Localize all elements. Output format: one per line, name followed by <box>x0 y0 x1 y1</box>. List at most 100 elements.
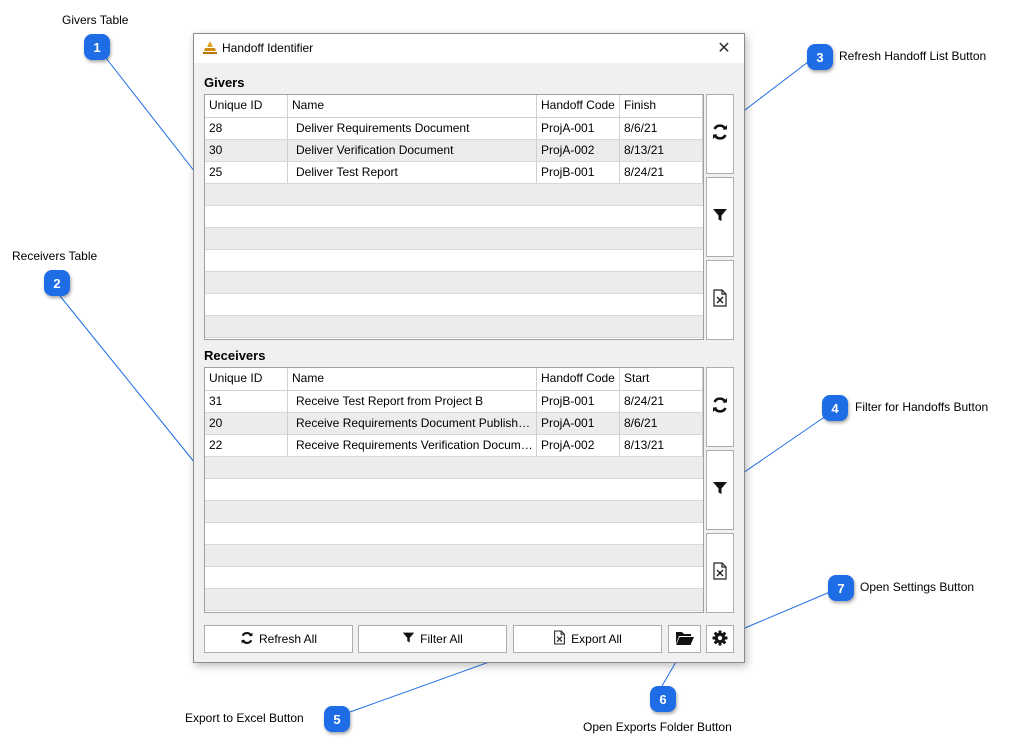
callout-label-export-button: Export to Excel Button <box>185 711 304 725</box>
empty-row <box>205 228 703 250</box>
cell-name: Deliver Verification Document <box>288 140 537 161</box>
cell-finish: 8/24/21 <box>620 162 703 183</box>
givers-refresh-button[interactable] <box>706 94 734 174</box>
cell-handoff-code: ProjA-002 <box>537 435 620 456</box>
title-bar[interactable]: Handoff Identifier ✕ <box>194 34 744 63</box>
callout-badge-7: 7 <box>828 575 854 601</box>
empty-row <box>205 184 703 206</box>
table-row[interactable]: 22 Receive Requirements Verification Doc… <box>205 435 703 457</box>
receivers-table[interactable]: Unique ID Name Handoff Code Start 31 Rec… <box>204 367 704 613</box>
cell-handoff-code: ProjA-001 <box>537 413 620 434</box>
window-title: Handoff Identifier <box>222 41 314 55</box>
column-header-start[interactable]: Start <box>620 368 703 390</box>
column-header-handoff-code[interactable]: Handoff Code <box>537 95 620 117</box>
app-logo-icon <box>202 40 218 56</box>
cell-name: Deliver Test Report <box>288 162 537 183</box>
table-row[interactable]: 30 Deliver Verification Document ProjA-0… <box>205 140 703 162</box>
givers-filter-button[interactable] <box>706 177 734 257</box>
column-header-name[interactable]: Name <box>288 95 537 117</box>
empty-row <box>205 316 703 338</box>
receivers-filter-button[interactable] <box>706 450 734 530</box>
cell-name: Receive Test Report from Project B <box>288 391 537 412</box>
callout-badge-1: 1 <box>84 34 110 60</box>
cell-name: Receive Requirements Document Published.… <box>288 413 537 434</box>
cell-finish: 8/6/21 <box>620 118 703 139</box>
empty-row <box>205 250 703 272</box>
callout-label-receivers-table: Receivers Table <box>12 249 98 263</box>
receivers-table-header: Unique ID Name Handoff Code Start <box>205 368 703 391</box>
close-button[interactable]: ✕ <box>714 38 734 58</box>
callout-badge-2: 2 <box>44 270 70 296</box>
export-all-label: Export All <box>571 632 622 646</box>
refresh-all-label: Refresh All <box>258 632 318 646</box>
table-row[interactable]: 31 Receive Test Report from Project B Pr… <box>205 391 703 413</box>
cell-finish: 8/13/21 <box>620 140 703 161</box>
callout-badge-5: 5 <box>324 706 350 732</box>
empty-row <box>205 479 703 501</box>
receivers-export-excel-button[interactable] <box>706 533 734 613</box>
cell-unique-id: 20 <box>205 413 288 434</box>
empty-row <box>205 567 703 589</box>
leader-line-2 <box>59 295 213 485</box>
empty-row <box>205 523 703 545</box>
cell-handoff-code: ProjB-001 <box>537 162 620 183</box>
column-header-finish[interactable]: Finish <box>620 95 703 117</box>
column-header-unique-id[interactable]: Unique ID <box>205 95 288 117</box>
cell-start: 8/6/21 <box>620 413 703 434</box>
filter-all-label: Filter All <box>420 632 463 646</box>
givers-export-excel-button[interactable] <box>706 260 734 340</box>
givers-section-title: Givers <box>204 75 245 90</box>
open-settings-button[interactable] <box>706 625 734 653</box>
filter-icon <box>712 480 728 501</box>
cell-start: 8/24/21 <box>620 391 703 412</box>
givers-table[interactable]: Unique ID Name Handoff Code Finish 28 De… <box>204 94 704 340</box>
cell-name: Deliver Requirements Document <box>288 118 537 139</box>
filter-icon <box>402 631 415 647</box>
table-row[interactable]: 20 Receive Requirements Document Publish… <box>205 413 703 435</box>
export-all-button[interactable]: Export All <box>513 625 662 653</box>
cell-unique-id: 30 <box>205 140 288 161</box>
table-row[interactable]: 28 Deliver Requirements Document ProjA-0… <box>205 118 703 140</box>
refresh-all-button[interactable]: Refresh All <box>204 625 353 653</box>
cell-name: Receive Requirements Verification Docume… <box>288 435 537 456</box>
cell-unique-id: 22 <box>205 435 288 456</box>
folder-open-icon <box>675 630 695 649</box>
callout-label-exports-folder-button: Open Exports Folder Button <box>583 720 732 734</box>
column-header-handoff-code[interactable]: Handoff Code <box>537 368 620 390</box>
empty-row <box>205 457 703 479</box>
refresh-icon <box>711 123 729 146</box>
callout-label-settings-button: Open Settings Button <box>860 580 975 594</box>
cell-start: 8/13/21 <box>620 435 703 456</box>
callout-badge-4: 4 <box>822 395 848 421</box>
callout-label-givers-table: Givers Table <box>62 13 129 27</box>
callout-badge-3: 3 <box>807 44 833 70</box>
callout-badge-6: 6 <box>650 686 676 712</box>
cell-handoff-code: ProjA-001 <box>537 118 620 139</box>
callout-label-filter-button: Filter for Handoffs Button <box>855 400 989 414</box>
cell-unique-id: 31 <box>205 391 288 412</box>
excel-icon <box>712 288 728 312</box>
handoff-identifier-window: Handoff Identifier ✕ Givers Unique ID Na… <box>193 33 745 663</box>
cell-unique-id: 28 <box>205 118 288 139</box>
receivers-section-title: Receivers <box>204 348 266 363</box>
excel-icon <box>553 630 566 648</box>
open-exports-folder-button[interactable] <box>668 625 701 653</box>
empty-row <box>205 272 703 294</box>
filter-icon <box>712 207 728 228</box>
empty-row <box>205 589 703 611</box>
gear-icon <box>712 630 728 649</box>
filter-all-button[interactable]: Filter All <box>358 625 507 653</box>
empty-row <box>205 501 703 523</box>
cell-handoff-code: ProjA-002 <box>537 140 620 161</box>
refresh-icon <box>240 631 254 648</box>
empty-row <box>205 294 703 316</box>
column-header-unique-id[interactable]: Unique ID <box>205 368 288 390</box>
cell-unique-id: 25 <box>205 162 288 183</box>
empty-row <box>205 206 703 228</box>
receivers-refresh-button[interactable] <box>706 367 734 447</box>
callout-label-refresh-button: Refresh Handoff List Button <box>839 49 987 63</box>
cell-handoff-code: ProjB-001 <box>537 391 620 412</box>
column-header-name[interactable]: Name <box>288 368 537 390</box>
table-row[interactable]: 25 Deliver Test Report ProjB-001 8/24/21 <box>205 162 703 184</box>
empty-row <box>205 545 703 567</box>
